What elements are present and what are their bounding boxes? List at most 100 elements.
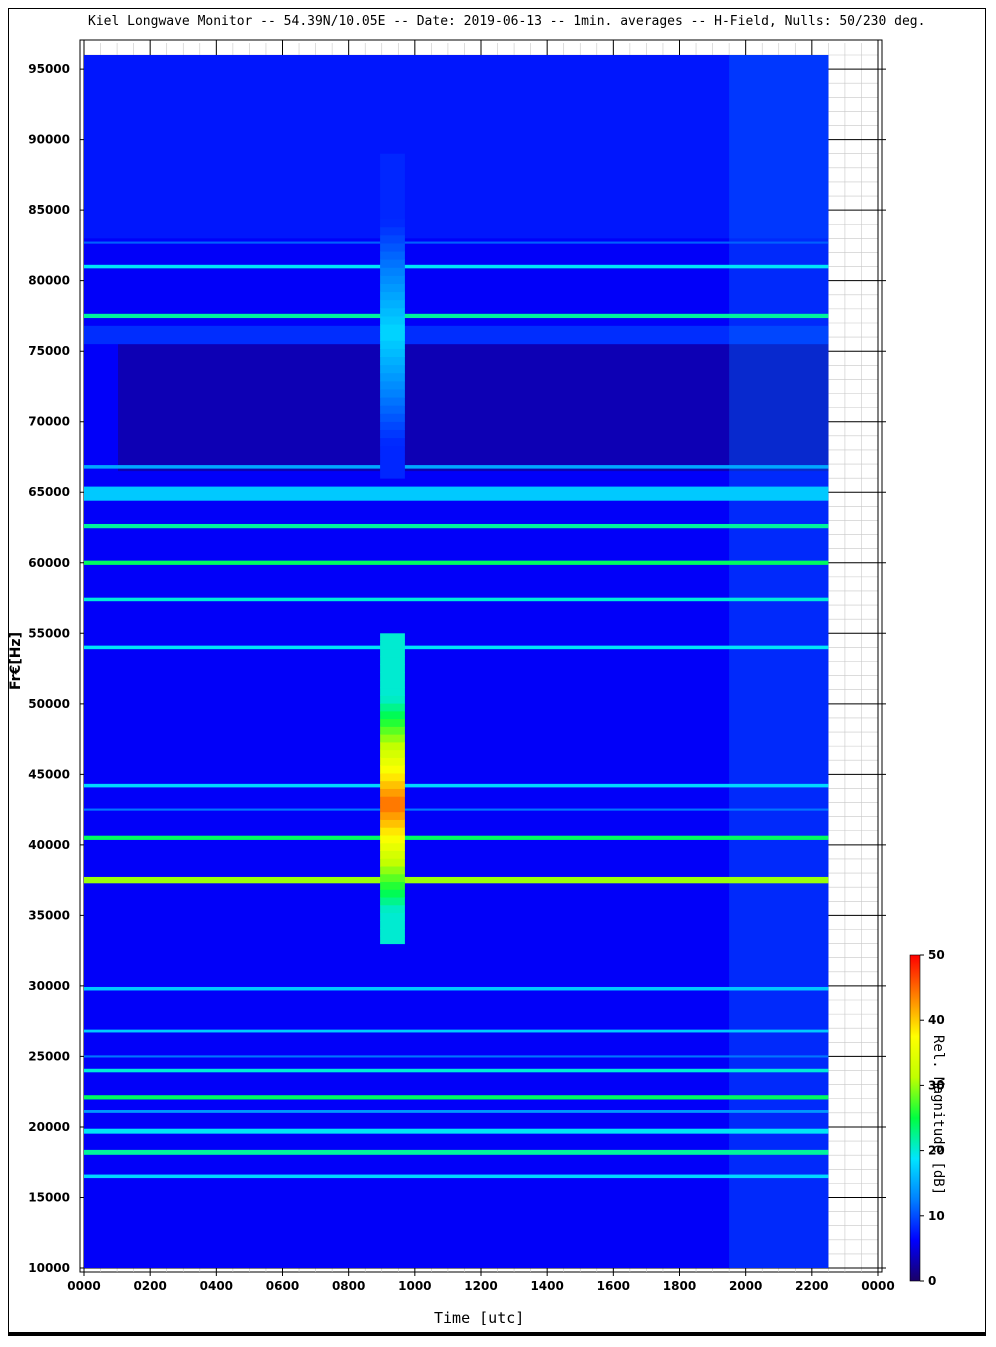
event-cell [380,226,405,236]
x-tick-label: 1200 [464,1279,497,1293]
event-cell [380,380,405,390]
event-cell [380,873,405,883]
event-cell [380,811,405,820]
y-tick-label: 75000 [28,344,70,358]
spectrogram-chart: 1000015000200002500030000350004000045000… [28,39,945,1293]
x-tick-label: 0000 [861,1279,894,1293]
event-cell [380,340,405,349]
event-cell [380,356,405,366]
y-tick-label: 50000 [28,697,70,711]
colorbar-tick-label: 10 [928,1209,945,1223]
event-cell [380,413,405,422]
event-cell [380,672,405,681]
y-tick-label: 95000 [28,62,70,76]
x-tick-label: 2000 [729,1279,762,1293]
event-cell [380,780,405,789]
event-cell [380,935,405,945]
x-tick-label: 1000 [398,1279,431,1293]
frequency-band [84,1128,829,1134]
frequency-band [84,876,829,884]
frequency-band [84,465,829,469]
frequency-band [84,808,829,811]
y-tick-label: 70000 [28,415,70,429]
y-tick-label: 35000 [28,908,70,922]
colorbar-tick-label: 40 [928,1013,945,1027]
y-tick-label: 25000 [28,1049,70,1063]
event-cell [380,866,405,875]
event-cell [380,803,405,813]
quiet-region [118,344,829,472]
event-cell [380,445,405,455]
event-cell [380,850,405,859]
y-tick-label: 10000 [28,1261,70,1275]
frequency-band [84,560,829,565]
frequency-band [84,1068,829,1073]
event-cell [380,364,405,374]
frequency-band [84,523,829,529]
event-cell [380,734,405,743]
x-tick-label: 1800 [663,1279,696,1293]
y-axis-label: Fr€[Hz] [8,632,24,690]
event-cell [380,210,405,220]
upper-region [84,55,829,239]
event-cell [380,920,405,929]
y-tick-label: 15000 [28,1190,70,1204]
event-cell [380,470,405,479]
event-cell [380,251,405,260]
event-cell [380,178,405,187]
y-tick-label: 40000 [28,838,70,852]
event-cell [380,819,405,828]
event-cell [380,202,405,212]
x-tick-label: 0000 [67,1279,100,1293]
event-cell [380,827,405,836]
y-tick-label: 90000 [28,133,70,147]
event-cell [380,461,405,471]
y-tick-label: 85000 [28,203,70,217]
x-tick-label: 0800 [332,1279,365,1293]
y-tick-label: 45000 [28,767,70,781]
event-cell [380,710,405,720]
event-cell [380,348,405,357]
event-cell [380,315,405,325]
y-tick-label: 80000 [28,274,70,288]
event-cell [380,194,405,203]
event-cell [380,842,405,852]
event-cell [380,633,405,642]
event-cell [380,283,405,293]
frequency-band [84,835,829,840]
colorbar [909,954,921,1282]
event-cell [380,796,405,805]
event-cell [380,453,405,463]
event-cell [380,765,405,774]
event-cell [380,703,405,712]
event-cell [380,153,405,163]
colorbar-tick-label: 0 [928,1274,936,1288]
x-tick-label: 1600 [597,1279,630,1293]
y-tick-label: 65000 [28,485,70,499]
dawn-noise-region [729,55,829,1268]
event-cell [380,437,405,447]
event-cell [380,275,405,284]
event-cell [380,788,405,797]
event-cell [380,324,405,333]
x-axis-label: Time [utc] [434,1309,525,1327]
event-cell [380,332,405,341]
event-cell [380,772,405,782]
y-tick-label: 20000 [28,1120,70,1134]
event-cell [380,656,405,665]
x-tick-label: 1400 [530,1279,563,1293]
frequency-band [84,645,829,650]
event-cell [380,169,405,179]
event-cell [380,749,405,758]
frequency-band [84,313,829,319]
event-cell [380,664,405,673]
event-cell [380,881,405,890]
event-cell [380,834,405,844]
frequency-band [84,1110,829,1113]
event-cell [380,186,405,195]
event-cell [380,928,405,937]
event-cell [380,372,405,382]
frequency-band [84,1055,829,1058]
event-cell [380,718,405,727]
event-cell [380,757,405,766]
